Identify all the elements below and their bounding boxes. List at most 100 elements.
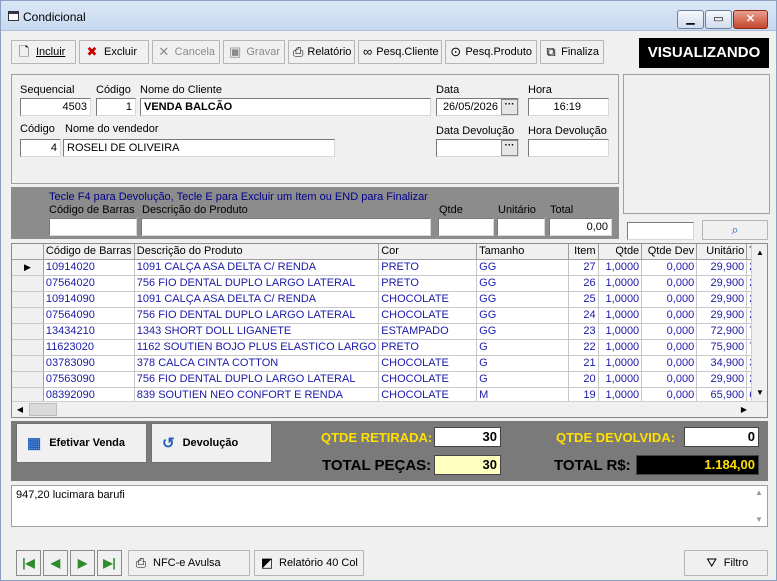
table-cell[interactable]: 756 FIO DENTAL DUPLO LARGO LATERAL	[134, 371, 380, 388]
efetivar-venda-button[interactable]: ▦ Efetivar Venda	[16, 423, 147, 463]
first-record-button[interactable]: |◀	[16, 550, 41, 576]
cliente-field[interactable]: VENDA BALCÃO	[140, 98, 431, 116]
grid-vertical-scrollbar[interactable]: ▲ ▼	[751, 244, 767, 402]
filtro-button[interactable]: ⛛ Filtro	[684, 550, 768, 576]
table-cell[interactable]: 23	[568, 323, 599, 340]
table-cell[interactable]: 1,0000	[598, 355, 643, 372]
table-cell[interactable]: G	[476, 355, 570, 372]
table-cell[interactable]: PRETO	[378, 259, 478, 276]
hora-devolucao-field[interactable]	[528, 139, 609, 157]
date-picker-button[interactable]: ···	[501, 99, 518, 115]
table-cell[interactable]: 378 CALCA CINTA COTTON	[134, 355, 380, 372]
table-cell[interactable]: CHOCOLATE	[378, 291, 478, 308]
row-indicator[interactable]	[12, 291, 44, 308]
table-cell[interactable]: 0,000	[641, 275, 698, 292]
relatorio-button[interactable]: ⎙ Relatório	[288, 40, 355, 64]
col-header[interactable]: Qtde	[598, 244, 643, 260]
table-cell[interactable]: PRETO	[378, 339, 478, 356]
search-photo-button[interactable]: ⌕	[702, 220, 768, 240]
barcode-input[interactable]	[49, 218, 137, 236]
table-cell[interactable]: 27	[568, 259, 599, 276]
total-input[interactable]: 0,00	[549, 218, 612, 236]
table-cell[interactable]: 29,900	[696, 259, 748, 276]
maximize-button[interactable]: ▭	[705, 10, 732, 29]
table-cell[interactable]: 1,0000	[598, 307, 643, 324]
table-cell[interactable]: G	[476, 371, 570, 388]
incluir-button[interactable]: 🗋 Incluir	[11, 40, 76, 64]
minimize-button[interactable]: ▁	[677, 10, 704, 29]
col-header[interactable]: Cor	[378, 244, 478, 260]
col-header[interactable]: Item	[568, 244, 599, 260]
table-cell[interactable]: 13434210	[43, 323, 135, 340]
table-cell[interactable]: GG	[476, 291, 570, 308]
scroll-thumb[interactable]	[29, 403, 57, 416]
scroll-down-icon[interactable]: ▼	[751, 515, 767, 524]
table-cell[interactable]: 0,000	[641, 259, 698, 276]
table-row[interactable]: 13434210 1343 SHORT DOLL LIGANETE ESTAMPAD…	[12, 323, 767, 340]
table-row[interactable]: 11623020 1162 SOUTIEN BOJO PLUS ELASTICO …	[12, 339, 767, 356]
row-indicator[interactable]	[12, 371, 44, 388]
table-cell[interactable]: 07564020	[43, 275, 135, 292]
close-button[interactable]: ✕	[733, 10, 768, 29]
unitario-input[interactable]	[497, 218, 545, 236]
table-cell[interactable]: 0,000	[641, 371, 698, 388]
col-header[interactable]: Qtde Dev	[641, 244, 698, 260]
table-cell[interactable]: 756 FIO DENTAL DUPLO LARGO LATERAL	[134, 307, 380, 324]
table-cell[interactable]: 75,900	[696, 339, 748, 356]
table-cell[interactable]: 0,000	[641, 291, 698, 308]
row-indicator[interactable]	[12, 275, 44, 292]
row-indicator[interactable]	[12, 355, 44, 372]
table-cell[interactable]: 1,0000	[598, 371, 643, 388]
table-cell[interactable]: 10914020	[43, 259, 135, 276]
last-record-button[interactable]: ▶|	[97, 550, 122, 576]
row-indicator[interactable]	[12, 323, 44, 340]
table-cell[interactable]: 29,900	[696, 291, 748, 308]
codigo-vendedor-field[interactable]: 4	[20, 139, 61, 157]
nfce-avulsa-button[interactable]: ⎙ NFC-e Avulsa	[128, 550, 250, 576]
row-indicator[interactable]	[12, 339, 44, 356]
grid-horizontal-scrollbar[interactable]: ◀ ▶	[12, 401, 767, 417]
table-cell[interactable]: 29,900	[696, 275, 748, 292]
table-cell[interactable]: 756 FIO DENTAL DUPLO LARGO LATERAL	[134, 275, 380, 292]
table-cell[interactable]: 07564090	[43, 307, 135, 324]
next-record-button[interactable]: ▶	[70, 550, 95, 576]
col-header[interactable]: Código de Barras	[43, 244, 135, 260]
finaliza-button[interactable]: ⧉ Finaliza	[540, 40, 604, 64]
row-indicator[interactable]	[12, 307, 44, 324]
table-row[interactable]: 03783090 378 CALCA CINTA COTTON CHOCOLATE G…	[12, 355, 767, 372]
table-cell[interactable]: 34,900	[696, 355, 748, 372]
table-row[interactable]: ▶ 10914020 1091 CALÇA ASA DELTA C/ RENDA PR…	[12, 259, 767, 276]
table-cell[interactable]: 11623020	[43, 339, 135, 356]
table-cell[interactable]: CHOCOLATE	[378, 307, 478, 324]
row-indicator[interactable]: ▶	[12, 259, 44, 276]
pesq-cliente-button[interactable]: ∞ Pesq.Cliente	[358, 40, 442, 64]
qtde-input[interactable]	[438, 218, 494, 236]
table-cell[interactable]: 1,0000	[598, 339, 643, 356]
pesq-produto-button[interactable]: ⊙ Pesq.Produto	[445, 40, 537, 64]
table-cell[interactable]: GG	[476, 275, 570, 292]
table-cell[interactable]: 1,0000	[598, 291, 643, 308]
description-input[interactable]	[141, 218, 431, 236]
vendedor-field[interactable]: ROSELI DE OLIVEIRA	[63, 139, 335, 157]
table-cell[interactable]: 72,900	[696, 323, 748, 340]
table-cell[interactable]: GG	[476, 259, 570, 276]
col-header[interactable]: Tamanho	[476, 244, 570, 260]
table-cell[interactable]: 29,900	[696, 371, 748, 388]
table-cell[interactable]: GG	[476, 307, 570, 324]
sequencial-field[interactable]: 4503	[20, 98, 91, 116]
excluir-button[interactable]: ✖ Excluir	[79, 40, 149, 64]
table-cell[interactable]: 1343 SHORT DOLL LIGANETE	[134, 323, 380, 340]
date-devolucao-picker-button[interactable]: ···	[501, 140, 518, 156]
hora-field[interactable]: 16:19	[528, 98, 609, 116]
table-cell[interactable]: 1091 CALÇA ASA DELTA C/ RENDA	[134, 259, 380, 276]
gravar-button[interactable]: ▣ Gravar	[223, 40, 285, 64]
table-row[interactable]: 07564090 756 FIO DENTAL DUPLO LARGO LATER…	[12, 307, 767, 324]
table-cell[interactable]: ESTAMPADO	[378, 323, 478, 340]
table-cell[interactable]: CHOCOLATE	[378, 355, 478, 372]
table-row[interactable]: 07564020 756 FIO DENTAL DUPLO LARGO LATER…	[12, 275, 767, 292]
table-cell[interactable]: 1,0000	[598, 275, 643, 292]
table-cell[interactable]: 22	[568, 339, 599, 356]
relatorio-40-button[interactable]: ◩ Relatório 40 Col	[254, 550, 364, 576]
scroll-up-icon[interactable]: ▲	[751, 488, 767, 497]
table-cell[interactable]: 1,0000	[598, 259, 643, 276]
